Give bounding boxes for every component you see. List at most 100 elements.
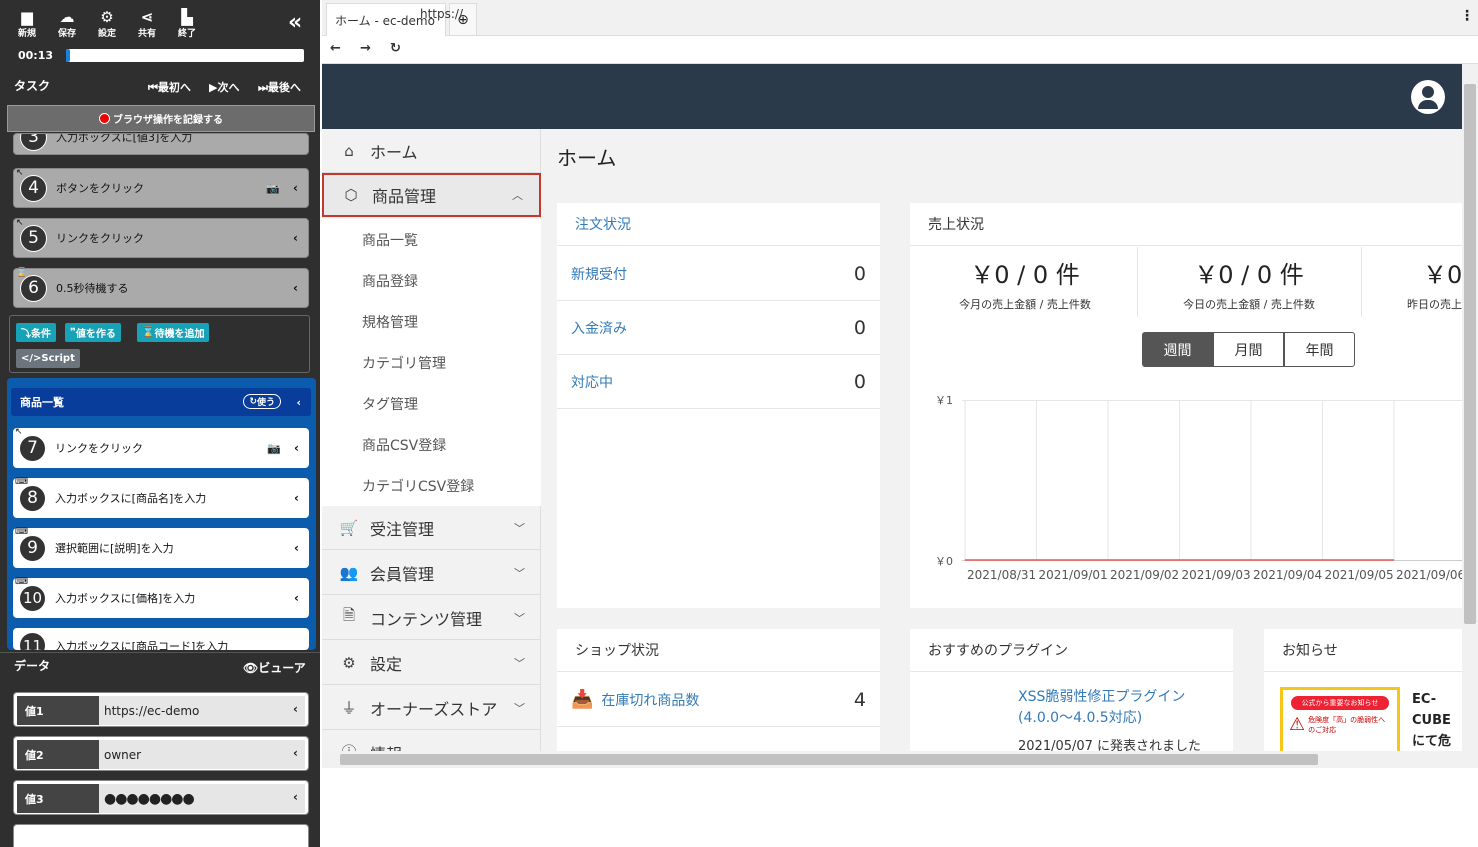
nav-products[interactable]: ⬡ 商品管理 ︿ xyxy=(322,173,541,217)
step-item[interactable]: 3 入力ボックスに[値3]を入力 xyxy=(13,133,309,155)
block-header[interactable]: 商品一覧 ↻ 使う ‹ xyxy=(11,388,311,416)
menu-icon[interactable]: ⋮ xyxy=(1460,8,1474,24)
viewer-button[interactable]: 👁ビューア xyxy=(243,659,306,676)
chevron-left-icon[interactable]: ‹ xyxy=(293,746,298,760)
camera-icon[interactable]: 📷 xyxy=(266,182,280,195)
page-title: ホーム xyxy=(557,146,617,170)
make-value-button[interactable]: ❞ 値を作る xyxy=(65,323,121,342)
chevron-left-icon[interactable]: ‹ xyxy=(294,591,299,605)
subnav-product-list[interactable]: 商品一覧 xyxy=(322,219,541,260)
add-wait-button[interactable]: ⌛ 待機を追加 xyxy=(137,323,210,342)
user-icon[interactable] xyxy=(1411,80,1445,114)
period-month-button[interactable]: 月間 xyxy=(1213,332,1284,367)
x-tick-label: 2021/09/06 xyxy=(1396,568,1466,582)
warning-icon: ⚠ xyxy=(1289,714,1306,735)
x-tick-label: 2021/09/02 xyxy=(1110,568,1180,582)
users-icon: 👥 xyxy=(339,563,359,582)
period-week-button[interactable]: 週間 xyxy=(1142,332,1213,367)
gear-icon: ⚙ xyxy=(100,8,114,26)
chevron-left-icon[interactable]: ‹ xyxy=(296,396,301,409)
subnav-product-register[interactable]: 商品登録 xyxy=(322,260,541,301)
chevron-left-icon[interactable]: ‹ xyxy=(293,281,298,295)
chevron-left-icon[interactable]: ‹ xyxy=(293,790,298,804)
news-text[interactable]: EC-CUBEにて危険い脆弱 xyxy=(1412,689,1458,751)
cart-icon: 🛒 xyxy=(339,518,359,537)
chevron-left-icon[interactable]: ‹ xyxy=(294,491,299,505)
step-item[interactable]: ⌛ 6 0.5秒待機する ‹ xyxy=(13,268,309,308)
nav-home[interactable]: ⌂ ホーム xyxy=(322,129,541,173)
order-row[interactable]: 入金済み 0 xyxy=(557,301,880,355)
record-button[interactable]: ブラウザ操作を記録する xyxy=(7,105,315,132)
condition-button[interactable]: ⤵ 条件 xyxy=(16,323,56,342)
nav-owners-store[interactable]: ⏚ オーナーズストア ﹀ xyxy=(322,686,541,730)
keyboard-icon: ⌨ xyxy=(15,577,28,587)
shop-status-row[interactable]: 📥 在庫切れ商品数 4 xyxy=(557,673,880,727)
use-button[interactable]: ↻ 使う xyxy=(243,394,281,409)
step-item[interactable]: ↖ 4 ボタンをクリック 📷 ‹ xyxy=(13,168,309,208)
subnav-category[interactable]: カテゴリ管理 xyxy=(322,342,541,383)
data-row[interactable]: 値1 https://ec-demo ‹ xyxy=(13,692,309,727)
step-item[interactable]: ↖ 5 リンクをクリック ‹ xyxy=(13,218,309,258)
reload-icon[interactable]: ↻ xyxy=(390,41,401,56)
subnav-tag[interactable]: タグ管理 xyxy=(322,383,541,424)
share-button[interactable]: ⋖ 共有 xyxy=(129,8,165,39)
step-item[interactable]: ⌨ 10 入力ボックスに[価格]を入力 ‹ xyxy=(13,577,309,618)
step-item[interactable]: ⌨ 9 選択範囲に[説明]を入力 ‹ xyxy=(13,527,309,568)
order-status-card: 注文状況 新規受付 0 入金済み 0 対応中 0 xyxy=(557,203,880,608)
last-button[interactable]: ⏭最後へ xyxy=(258,79,301,95)
settings-button[interactable]: ⚙ 設定 xyxy=(89,8,125,39)
subnav-category-csv[interactable]: カテゴリCSV登録 xyxy=(322,465,541,506)
url-input[interactable]: https:// xyxy=(420,7,463,21)
chevron-left-icon[interactable]: ‹ xyxy=(294,541,299,555)
new-button[interactable]: ▆ 新規 xyxy=(9,8,45,39)
plugins-card: おすすめのプラグイン XSS脆弱性修正プラグイン(4.0.0～4.0.5対応) … xyxy=(910,629,1233,751)
data-row[interactable]: 値2 owner ‹ xyxy=(13,736,309,771)
script-button[interactable]: </> Script xyxy=(16,349,80,368)
order-row[interactable]: 対応中 0 xyxy=(557,355,880,409)
chevron-left-icon[interactable]: ‹ xyxy=(293,702,298,716)
chevron-down-icon: ﹀ xyxy=(514,656,525,670)
home-icon: ⌂ xyxy=(344,141,354,160)
next-button[interactable]: ▶次へ xyxy=(209,79,239,95)
forward-icon[interactable]: → xyxy=(360,41,371,56)
order-row[interactable]: 新規受付 0 xyxy=(557,247,880,301)
exit-button[interactable]: ▙ 終了 xyxy=(169,8,205,39)
chevron-left-icon[interactable]: ‹ xyxy=(294,441,299,455)
camera-icon[interactable]: 📷 xyxy=(267,442,281,455)
collapse-icon[interactable]: « xyxy=(288,10,302,35)
card-title: 売上状況 xyxy=(910,203,1462,246)
step-item[interactable]: ⌨ 8 入力ボックスに[商品名]を入力 ‹ xyxy=(13,477,309,518)
chevron-down-icon: ﹀ xyxy=(514,611,525,625)
file-icon: ▆ xyxy=(21,8,33,26)
news-banner[interactable]: 公式から重要なお知らせ ⚠ 危険度「高」の脆弱性へのご対応 xyxy=(1280,687,1400,751)
nav-info[interactable]: ⓘ情報 xyxy=(322,731,541,751)
chevron-left-icon[interactable]: ‹ xyxy=(293,181,298,195)
subnav-spec[interactable]: 規格管理 xyxy=(322,301,541,342)
plugin-link[interactable]: XSS脆弱性修正プラグイン(4.0.0～4.0.5対応) xyxy=(1018,687,1198,729)
card-title: おすすめのプラグイン xyxy=(910,629,1233,672)
horizontal-scrollbar-thumb[interactable] xyxy=(340,754,1318,765)
automation-panel: ▆ 新規 ☁ 保存 ⚙ 設定 ⋖ 共有 ▙ 終了 « 00:13 タスク ⏮最初へ ▶次へ… xyxy=(0,0,320,847)
nav-customers[interactable]: 👥 会員管理 ﹀ xyxy=(322,551,541,595)
keyboard-icon: ⌨ xyxy=(15,527,28,537)
step-item[interactable]: 11 入力ボックスに[商品コード]を入力 xyxy=(13,628,309,650)
x-tick-label: 2021/09/01 xyxy=(1038,568,1108,582)
back-icon[interactable]: ← xyxy=(330,41,341,56)
nav-contents[interactable]: 🗎 コンテンツ管理 ﹀ xyxy=(322,596,541,640)
period-year-button[interactable]: 年間 xyxy=(1284,332,1355,367)
step-item[interactable]: ↖ 7 リンクをクリック 📷 ‹ xyxy=(13,427,309,468)
x-tick-label: 2021/09/03 xyxy=(1181,568,1251,582)
chevron-left-icon[interactable]: ‹ xyxy=(293,231,298,245)
gear-icon: ⚙ xyxy=(342,653,356,672)
data-row[interactable]: 値3 ●●●●●●●● ‹ xyxy=(13,780,309,815)
subnav-product-csv[interactable]: 商品CSV登録 xyxy=(322,424,541,465)
sales-summary: ￥0 昨日の売上 xyxy=(1407,261,1462,311)
save-button[interactable]: ☁ 保存 xyxy=(49,8,85,39)
nav-orders[interactable]: 🛒 受注管理 ﹀ xyxy=(322,506,541,550)
nav-settings[interactable]: ⚙ 設定 ﹀ xyxy=(322,641,541,685)
data-row[interactable] xyxy=(13,824,309,847)
timer: 00:13 xyxy=(18,49,54,62)
first-button[interactable]: ⏮最初へ xyxy=(148,79,191,95)
vertical-scrollbar-thumb[interactable] xyxy=(1464,84,1476,624)
inbox-icon: 📥 xyxy=(571,689,594,710)
